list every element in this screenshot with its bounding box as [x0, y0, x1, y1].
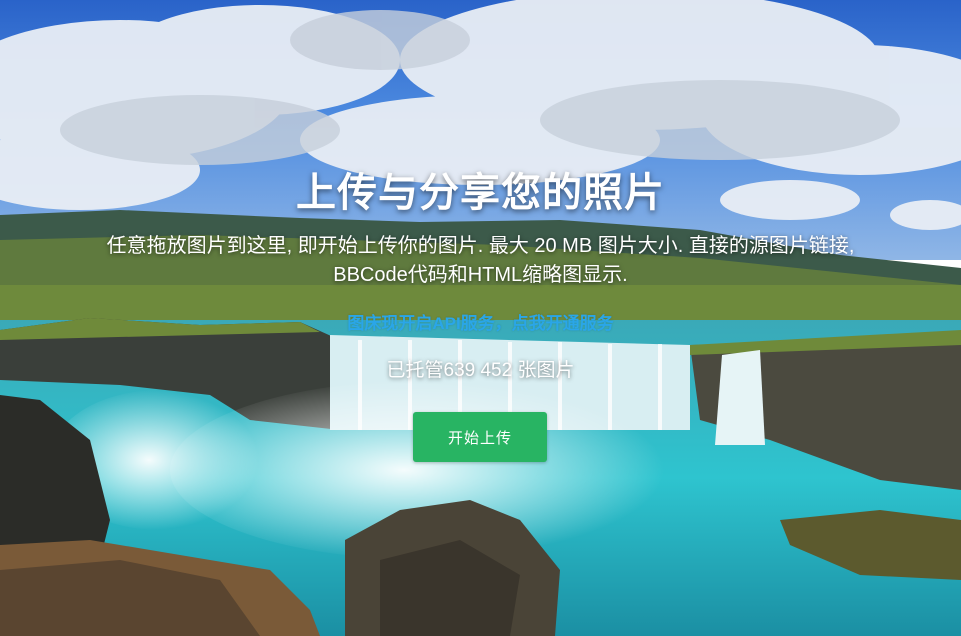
- api-service-link[interactable]: 图床现开启API服务，点我开通服务: [0, 309, 961, 334]
- start-upload-button[interactable]: 开始上传: [413, 412, 547, 462]
- hero-section: 上传与分享您的照片 任意拖放图片到这里, 即开始上传你的图片. 最大 20 MB…: [0, 0, 961, 636]
- hosted-count-text: 已托管639 452 张图片: [386, 360, 575, 381]
- hero-subtitle: 任意拖放图片到这里, 即开始上传你的图片. 最大 20 MB 图片大小. 直接的…: [106, 235, 855, 286]
- page-title: 上传与分享您的照片: [296, 170, 665, 216]
